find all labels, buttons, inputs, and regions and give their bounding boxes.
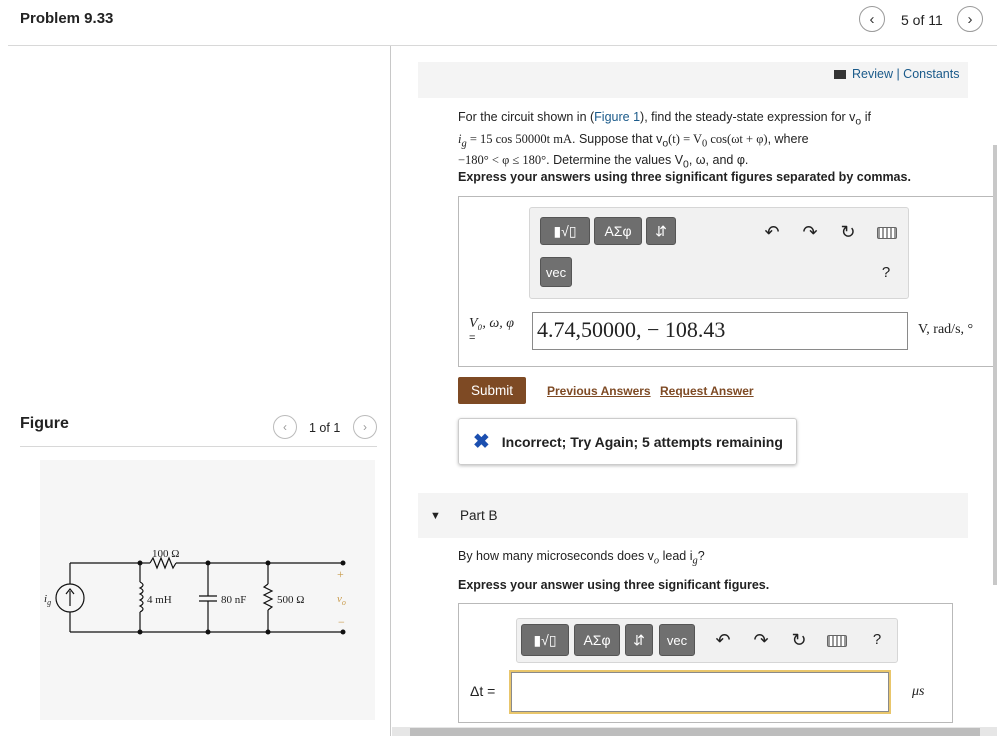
output-minus: − [338,615,345,629]
figure-divider [20,446,377,447]
arrows-button[interactable]: ⇵ [646,217,676,245]
greek-symbols-button[interactable]: ΑΣφ [574,624,620,656]
output-plus: + [337,567,344,581]
feedback-text: Incorrect; Try Again; 5 attempts remaini… [501,433,783,450]
keyboard-icon[interactable] [877,227,897,239]
part-b-header[interactable] [418,493,968,538]
redo-icon[interactable]: ↷ [751,628,771,652]
output-label-sub: o [342,598,346,607]
part-b-title[interactable]: Part B [460,508,498,523]
next-problem-button[interactable]: › [957,6,983,32]
templates-button[interactable]: ▮√▯ [540,217,590,245]
problem-title: Problem 9.33 [20,10,114,27]
previous-problem-button[interactable]: ‹ [859,6,885,32]
greek-symbols-button[interactable]: ΑΣφ [594,217,642,245]
horizontal-scrollbar-thumb[interactable] [410,728,980,736]
answer-equals: = [469,332,476,344]
figure-label: Figure [20,415,69,432]
help-button[interactable]: ? [869,629,885,649]
load-resistor-label: 500 Ω [277,594,304,606]
svg-text:vo: vo [337,593,346,607]
chevron-right-icon: › [363,420,367,434]
part-b-question: By how many microseconds does vo lead ig… [458,549,705,567]
vec-button[interactable]: vec [540,257,572,287]
keyboard-icon[interactable] [827,635,847,647]
previous-answers-link[interactable]: Previous Answers [547,384,651,398]
feedback-message: ✖ Incorrect; Try Again; 5 attempts remai… [458,418,797,465]
problem-counter: 5 of 11 [901,12,943,28]
inductor-label: 4 mH [147,594,172,606]
chevron-left-icon: ‹ [283,420,287,434]
circuit-diagram: ig 100 Ω 4 mH 80 nF 500 Ω + vo − [44,548,346,635]
part-b-instructions: Express your answer using three signific… [458,578,770,592]
vertical-scrollbar[interactable] [993,145,997,585]
figure-counter: 1 of 1 [309,421,341,435]
arrows-button[interactable]: ⇵ [625,624,653,656]
math-toolbar-b: ▮√▯ ΑΣφ ⇵ vec ↶ ↷ ↻ ? [516,618,898,663]
undo-icon[interactable]: ↶ [713,628,733,652]
math-toolbar-a: ▮√▯ ΑΣφ ⇵ vec ↶ ↷ ↻ ? [529,207,909,299]
submit-button[interactable]: Submit [458,377,526,404]
part-a-units: V, rad/s, ° [918,322,974,337]
review-constants-link[interactable]: Review | Constants [834,67,959,81]
series-resistor-label: 100 Ω [152,548,179,560]
circuit-figure[interactable]: ig 100 Ω 4 mH 80 nF 500 Ω + vo − [40,460,375,720]
chevron-right-icon: › [967,10,973,28]
answer-variables-label: V₀, ω, φ [469,316,515,331]
part-b-answer-input[interactable] [511,672,889,712]
part-a-question: For the circuit shown in (Figure 1), fin… [458,110,871,171]
templates-button[interactable]: ▮√▯ [521,624,569,656]
undo-icon[interactable]: ↶ [762,220,782,244]
chevron-left-icon: ‹ [869,10,875,28]
incorrect-x-icon: ✖ [473,431,490,453]
collapse-caret-icon[interactable]: ▼ [430,510,441,522]
reset-icon[interactable]: ↻ [838,220,858,244]
book-icon [834,70,846,79]
request-answer-link[interactable]: Request Answer [660,384,754,398]
capacitor-label: 80 nF [221,594,246,606]
part-a-instructions: Express your answers using three signifi… [458,170,911,184]
figure-link[interactable]: Figure 1 [594,110,640,124]
redo-icon[interactable]: ↷ [800,220,820,244]
delta-t-label: Δt = [470,683,496,699]
help-button[interactable]: ? [878,262,894,282]
reset-icon[interactable]: ↻ [789,628,809,652]
part-a-answer-input[interactable]: 4.74,50000, − 108.43 [532,312,908,350]
part-b-units: μs [912,684,925,699]
pane-divider[interactable] [390,46,391,736]
svg-text:ig: ig [44,593,51,607]
header-divider [8,45,997,46]
source-label-sub: g [47,598,51,607]
figure-prev-button[interactable]: ‹ [273,415,297,439]
vec-button[interactable]: vec [659,624,695,656]
figure-next-button[interactable]: › [353,415,377,439]
